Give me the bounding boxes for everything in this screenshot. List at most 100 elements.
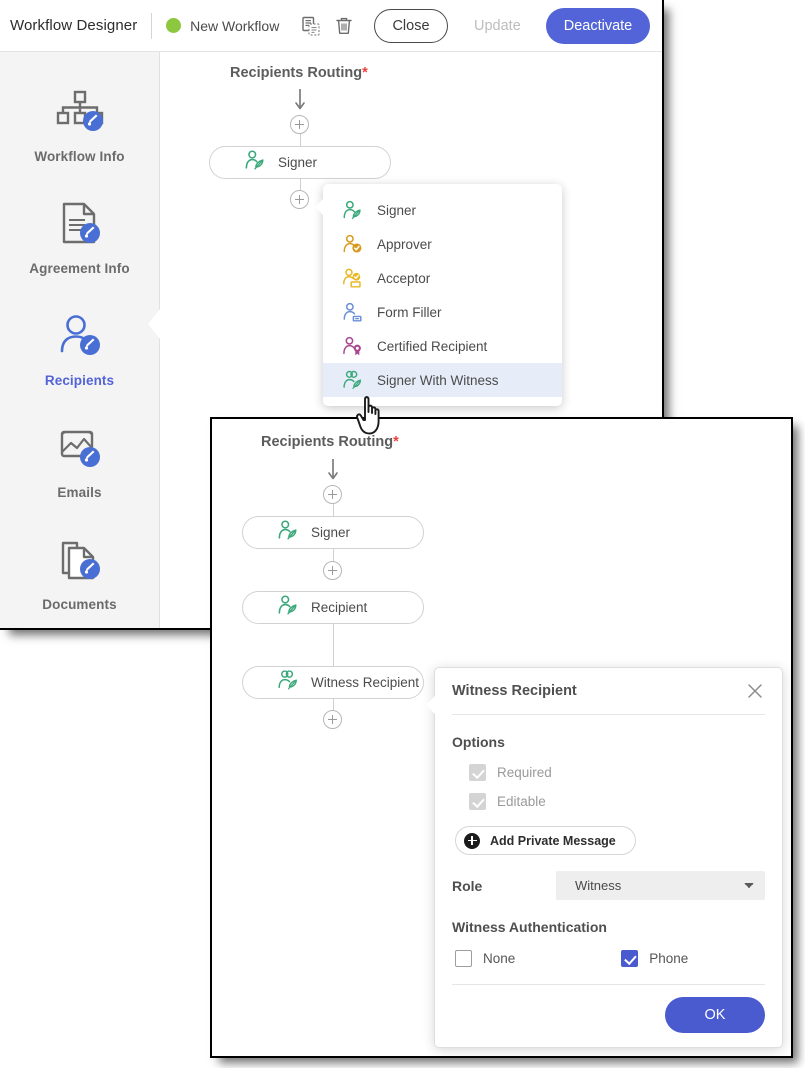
option-editable-row[interactable]: Editable <box>469 787 765 816</box>
screenshot-stage: Workflow Designer New Workflow Close Upd… <box>0 0 805 1068</box>
routing-canvas-front: Recipients Routing* Signer Recipient Wit… <box>212 419 791 1056</box>
sidebar-item-label: Emails <box>57 484 102 500</box>
recipient-node-signer[interactable]: Signer <box>242 516 424 549</box>
update-button[interactable]: Update <box>462 9 532 43</box>
menu-item-certified-recipient[interactable]: Certified Recipient <box>323 329 562 363</box>
add-private-message-label: Add Private Message <box>490 833 616 848</box>
signer-icon <box>277 519 299 546</box>
workflow-designer-window-front: Recipients Routing* Signer Recipient Wit… <box>210 417 793 1058</box>
dialog-footer: OK <box>452 984 765 1033</box>
recipient-type-menu[interactable]: Signer Approver Acceptor Form Filler Cer… <box>315 184 562 406</box>
close-button[interactable]: Close <box>374 8 448 43</box>
ok-button[interactable]: OK <box>665 997 765 1033</box>
witness-authentication-heading: Witness Authentication <box>452 919 607 935</box>
add-private-message-button[interactable]: Add Private Message <box>455 826 636 855</box>
deactivate-button[interactable]: Deactivate <box>546 7 650 44</box>
sidebar-item-workflow-info[interactable]: Workflow Info <box>0 70 159 182</box>
copy-document-icon[interactable] <box>299 11 323 41</box>
add-recipient-node-3[interactable] <box>323 710 342 729</box>
signer-icon <box>341 199 363 221</box>
person-edit-icon <box>56 313 104 364</box>
sidebar-item-documents[interactable]: Documents <box>0 518 159 628</box>
menu-item-form-filler[interactable]: Form Filler <box>323 295 562 329</box>
workflow-status-dot <box>166 18 182 33</box>
arrow-down-icon <box>326 459 340 481</box>
top-toolbar: Workflow Designer New Workflow Close Upd… <box>0 0 662 52</box>
plus-circle-filled-icon <box>464 832 480 849</box>
add-recipient-node-top[interactable] <box>290 115 309 134</box>
routing-title-text: Recipients Routing <box>230 65 363 81</box>
recipient-node-label: Signer <box>278 155 318 170</box>
menu-item-label: Signer With Witness <box>377 372 499 388</box>
sidebar-item-recipients[interactable]: Recipients <box>0 294 159 406</box>
recipient-node-label: Recipient <box>311 600 368 615</box>
menu-item-approver[interactable]: Approver <box>323 227 562 261</box>
workflow-hierarchy-edit-icon <box>54 89 106 140</box>
menu-item-label: Form Filler <box>377 304 442 320</box>
editable-checkbox[interactable] <box>469 793 486 810</box>
menu-item-label: Approver <box>377 236 432 252</box>
arrow-down-icon <box>293 89 307 111</box>
image-mail-edit-icon <box>56 425 104 476</box>
recipient-node-signer[interactable]: Signer <box>209 146 391 179</box>
sidebar-item-label: Recipients <box>44 372 115 388</box>
add-recipient-node-2[interactable] <box>323 561 342 580</box>
menu-item-label: Signer <box>377 202 417 218</box>
routing-title-front: Recipients Routing* <box>261 434 399 450</box>
routing-title-back: Recipients Routing* <box>230 65 368 81</box>
recipient-node-recipient[interactable]: Recipient <box>242 591 424 624</box>
approver-icon <box>341 233 363 255</box>
recipient-node-label: Signer <box>311 525 351 540</box>
role-row: Role Witness <box>452 871 765 900</box>
dialog-header: Witness Recipient <box>452 668 765 715</box>
options-heading: Options <box>452 734 505 750</box>
menu-item-signer[interactable]: Signer <box>323 193 562 227</box>
phone-checkbox[interactable] <box>621 950 639 967</box>
documents-edit-icon <box>56 537 104 588</box>
sidebar-item-emails[interactable]: Emails <box>0 406 159 518</box>
signer-icon <box>277 594 299 621</box>
required-marker: * <box>362 65 368 81</box>
none-label: None <box>483 951 516 966</box>
witness-recipient-dialog: Witness Recipient Options Required Edita… <box>426 667 783 1048</box>
toolbar-divider <box>151 12 153 39</box>
sidebar-item-agreement-info[interactable]: Agreement Info <box>0 182 159 294</box>
auth-none-row[interactable]: None <box>455 944 515 973</box>
none-checkbox[interactable] <box>455 950 472 967</box>
acceptor-icon <box>341 267 363 289</box>
signer-with-witness-icon <box>277 669 299 696</box>
required-marker: * <box>393 434 399 450</box>
dialog-title: Witness Recipient <box>452 683 577 699</box>
signer-icon <box>244 149 266 176</box>
trash-icon[interactable] <box>332 11 356 41</box>
recipient-node-witness-recipient[interactable]: Witness Recipient <box>242 666 424 699</box>
sidebar-item-label: Documents <box>42 596 117 612</box>
add-recipient-node-1[interactable] <box>323 485 342 504</box>
document-edit-icon <box>56 201 104 252</box>
role-label: Role <box>452 877 483 894</box>
add-recipient-node-bottom[interactable] <box>290 190 309 209</box>
menu-item-signer-with-witness[interactable]: Signer With Witness <box>323 363 562 397</box>
page-title: Workflow Designer <box>10 17 138 34</box>
recipient-node-label: Witness Recipient <box>311 675 420 690</box>
close-x-icon[interactable] <box>745 681 765 701</box>
signer-with-witness-icon <box>341 369 363 391</box>
option-required-row[interactable]: Required <box>469 758 765 787</box>
menu-item-label: Acceptor <box>377 270 431 286</box>
sidebar-item-label: Agreement Info <box>29 260 130 276</box>
menu-item-label: Certified Recipient <box>377 338 488 354</box>
witness-authentication-options: None Phone <box>455 944 765 973</box>
auth-phone-row[interactable]: Phone <box>621 944 688 973</box>
editable-label: Editable <box>497 794 546 809</box>
required-label: Required <box>497 765 552 780</box>
flow-connector <box>332 624 334 666</box>
sidebar-item-label: Workflow Info <box>34 148 125 164</box>
routing-title-text: Recipients Routing <box>261 434 394 450</box>
workflow-name-label: New Workflow <box>190 17 280 34</box>
phone-label: Phone <box>649 951 689 966</box>
left-sidebar: Workflow Info Agreement Info Recipients … <box>0 52 160 628</box>
required-checkbox[interactable] <box>469 764 486 781</box>
certified-recipient-icon <box>341 335 363 357</box>
role-select[interactable]: Witness <box>556 871 765 900</box>
menu-item-acceptor[interactable]: Acceptor <box>323 261 562 295</box>
